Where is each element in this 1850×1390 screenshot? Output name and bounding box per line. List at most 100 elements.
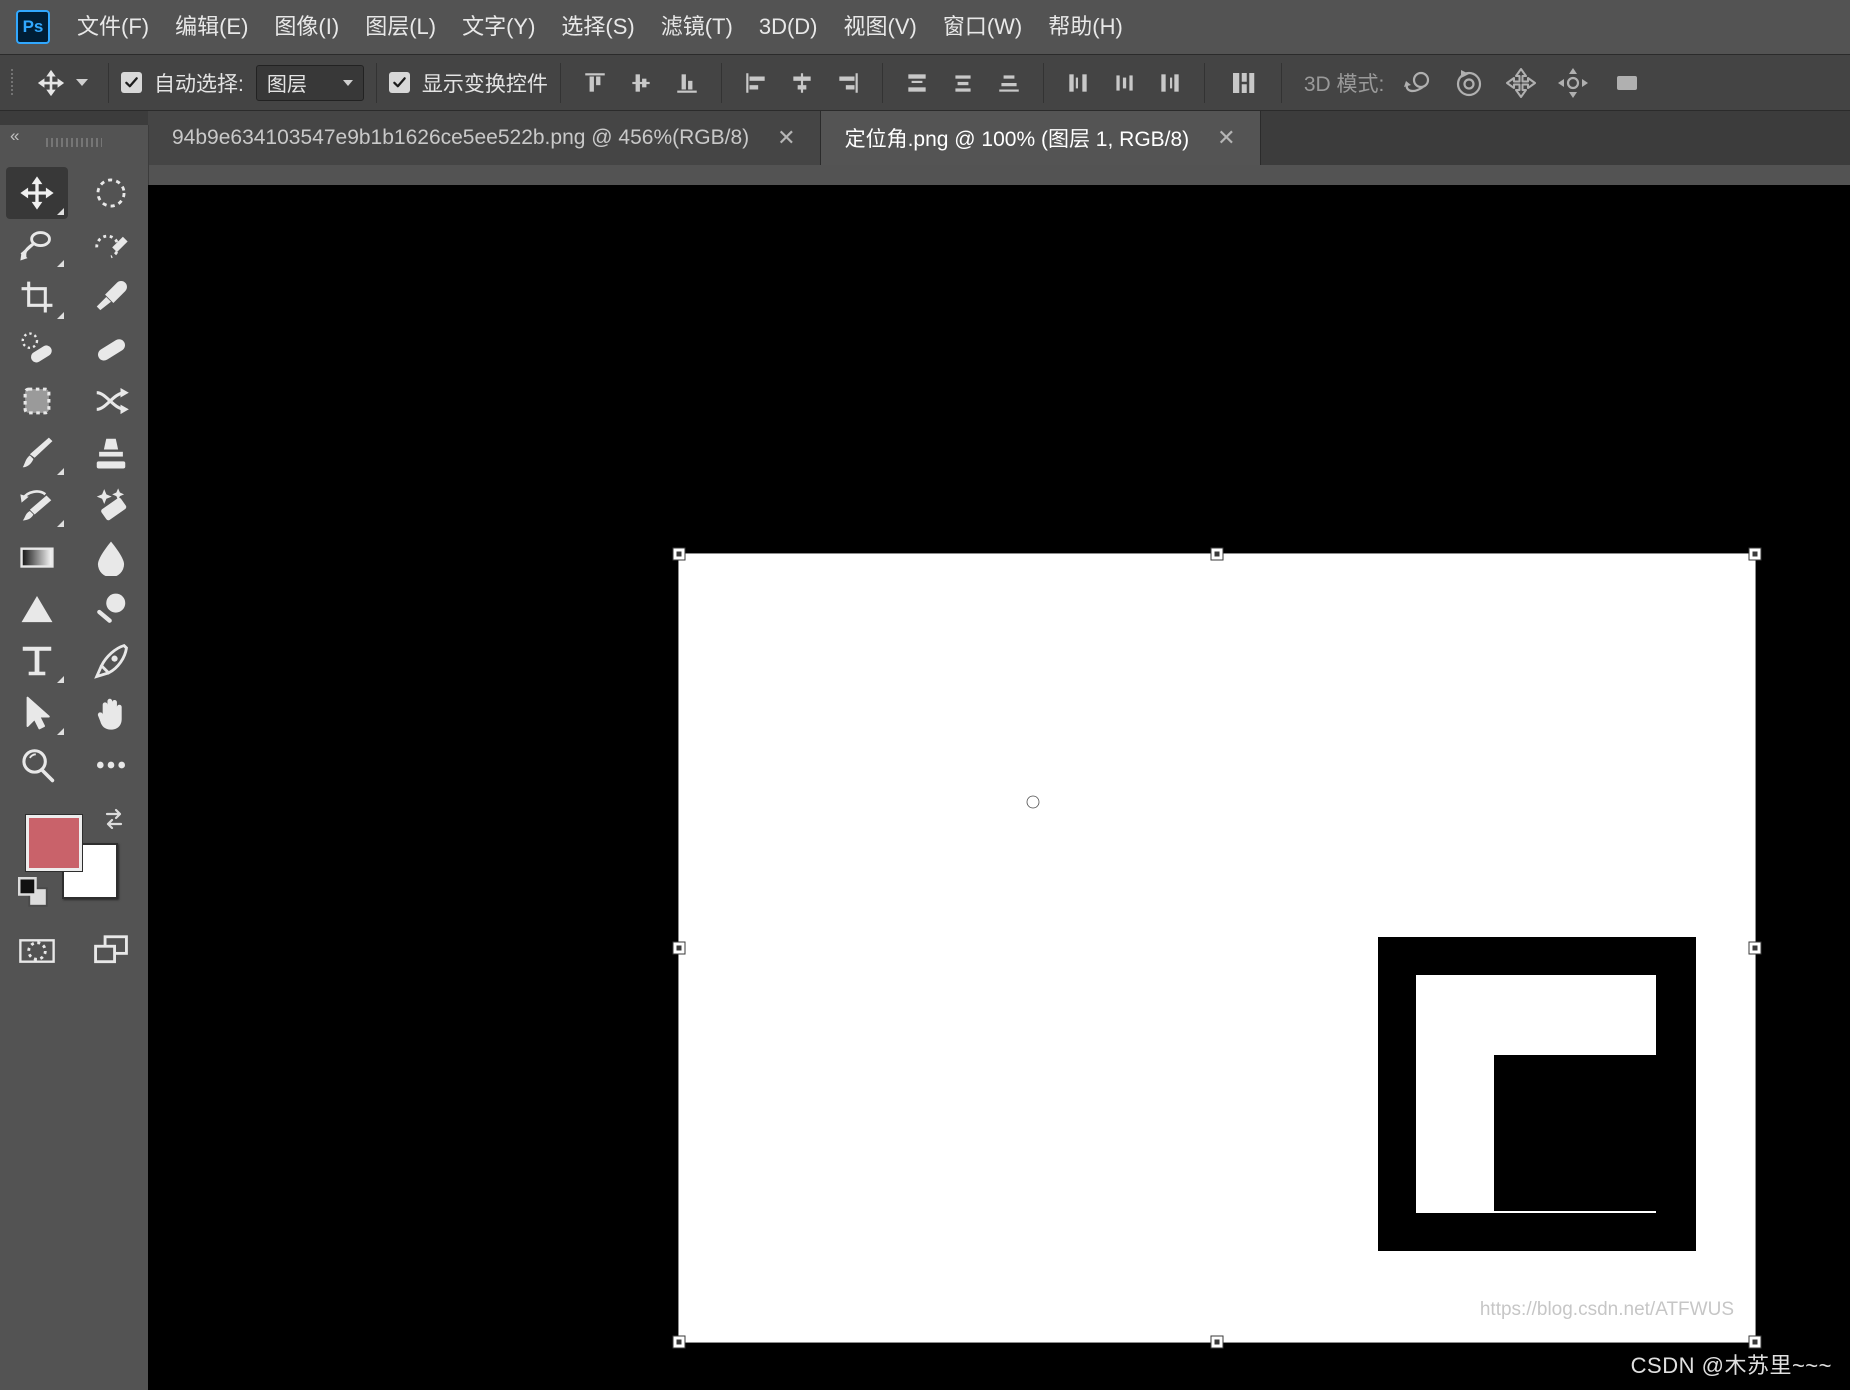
tool-flyout-triangle-icon: [57, 208, 64, 215]
frame-tool-button[interactable]: [6, 375, 68, 427]
eraser-icon: [96, 488, 127, 521]
document-canvas[interactable]: https://blog.csdn.net/ATFWUS: [678, 553, 1756, 1343]
brush-tool-button[interactable]: [6, 427, 68, 479]
quick-selection-tool-button[interactable]: [80, 219, 142, 271]
path-selection-tool-button[interactable]: [6, 687, 68, 739]
menu-window[interactable]: 窗口(W): [930, 0, 1035, 54]
distribute-spacing-icon: [1232, 72, 1255, 93]
distribute-bottom-edges-button[interactable]: [987, 62, 1031, 104]
history-brush-tool-button[interactable]: [6, 479, 68, 531]
crop-tool-button[interactable]: [6, 271, 68, 323]
menu-help[interactable]: 帮助(H): [1035, 0, 1136, 54]
menu-view[interactable]: 视图(V): [831, 0, 930, 54]
foreground-color-swatch[interactable]: [25, 814, 83, 872]
align-bottom-edges-button[interactable]: [665, 62, 709, 104]
hand-tool-button[interactable]: [80, 687, 142, 739]
document-tab-1-title: 94b9e634103547e9b1b1626ce5ee522b.png @ 4…: [172, 126, 750, 149]
document-tab-2[interactable]: 定位角.png @ 100% (图层 1, RGB/8) ✕: [820, 111, 1261, 165]
menu-3d[interactable]: 3D(D): [746, 0, 831, 54]
distribute-left-icon: [1069, 73, 1087, 92]
align-vertical-centers-button[interactable]: [619, 62, 663, 104]
distribute-right-edges-button[interactable]: [1148, 62, 1192, 104]
document-tab-2-close-icon[interactable]: ✕: [1213, 125, 1239, 151]
orbit-3d-camera-button[interactable]: [1394, 62, 1440, 104]
distribute-horizontal-centers-button[interactable]: [1102, 62, 1146, 104]
align-left-edges-button[interactable]: [734, 62, 778, 104]
checkmark-icon: [393, 77, 406, 88]
distribute-vertical-centers-button[interactable]: [941, 62, 985, 104]
align-right-icon: [839, 72, 858, 93]
options-bar-grip[interactable]: [8, 68, 18, 97]
slide-icon: [1558, 67, 1589, 98]
shuffle-tool-button[interactable]: [80, 375, 142, 427]
menu-type[interactable]: 文字(Y): [449, 0, 548, 54]
tool-preset-chevron-down-icon: [76, 79, 88, 86]
clone-stamp-tool-button[interactable]: [80, 427, 142, 479]
move-tool-button[interactable]: [6, 167, 68, 219]
options-divider-2: [375, 62, 377, 103]
default-colors-icon[interactable]: [18, 877, 48, 907]
toolbar-bottom-tools: [6, 925, 146, 977]
shuffle-icon: [96, 387, 129, 415]
checkmark-icon: [125, 77, 138, 88]
document-tab-1-close-icon[interactable]: ✕: [773, 125, 799, 151]
distribute-top-edges-button[interactable]: [895, 62, 939, 104]
blur-tool-button[interactable]: [80, 531, 142, 583]
align-left-icon: [746, 72, 765, 93]
align-top-edges-button[interactable]: [573, 62, 617, 104]
menu-file[interactable]: 文件(F): [64, 0, 162, 54]
type-tool-button[interactable]: [6, 635, 68, 687]
align-right-edges-button[interactable]: [826, 62, 870, 104]
screen-mode-button[interactable]: [80, 925, 142, 977]
show-transform-controls-checkbox[interactable]: [388, 72, 410, 93]
swap-colors-icon[interactable]: [102, 805, 126, 829]
lasso-tool-button[interactable]: [6, 219, 68, 271]
roll-3d-camera-button[interactable]: [1446, 62, 1492, 104]
positioning-marker-inner: [1494, 1055, 1656, 1211]
sharpen-tool-button[interactable]: [80, 583, 142, 635]
dodge-tool-button[interactable]: [6, 583, 68, 635]
distribute-left-edges-button[interactable]: [1056, 62, 1100, 104]
tools-panel-grip[interactable]: [0, 131, 148, 153]
slide-3d-camera-button[interactable]: [1550, 62, 1596, 104]
tools-panel-collapse-icon[interactable]: «: [10, 127, 19, 144]
distribute-right-icon: [1161, 73, 1179, 92]
document-tab-1[interactable]: 94b9e634103547e9b1b1626ce5ee522b.png @ 4…: [148, 111, 821, 165]
menu-select[interactable]: 选择(S): [548, 0, 647, 54]
magnifier-pin-icon: [97, 593, 126, 623]
gradient-tool-button[interactable]: [6, 531, 68, 583]
drop-icon: [97, 541, 125, 576]
eraser-tool-button[interactable]: [80, 479, 142, 531]
canvas-area[interactable]: https://blog.csdn.net/ATFWUS CSDN @木苏里~~…: [148, 185, 1850, 1390]
spot-healing-brush-tool-button[interactable]: [6, 323, 68, 375]
gradient-icon: [20, 547, 54, 568]
edit-toolbar-button[interactable]: [80, 739, 142, 791]
menu-filter[interactable]: 滤镜(T): [648, 0, 746, 54]
pan-icon: [1506, 67, 1537, 98]
tool-preset-picker[interactable]: [28, 68, 96, 98]
menu-layer[interactable]: 图层(L): [352, 0, 449, 54]
menu-edit[interactable]: 编辑(E): [162, 0, 261, 54]
move-icon: [20, 176, 54, 210]
pan-3d-camera-button[interactable]: [1498, 62, 1544, 104]
distribute-vertical-group: [895, 62, 1031, 104]
positioning-marker-middle: [1416, 975, 1656, 1213]
auto-select-target-dropdown[interactable]: 图层: [255, 64, 364, 101]
zoom-3d-camera-button[interactable]: [1602, 62, 1648, 104]
roll-icon: [1457, 69, 1482, 96]
elliptical-marquee-tool-button[interactable]: [80, 167, 142, 219]
brush-icon: [22, 437, 53, 468]
lasso-icon: [20, 231, 51, 261]
distribute-spacing-button[interactable]: [1217, 62, 1269, 104]
menu-image[interactable]: 图像(I): [261, 0, 352, 54]
auto-select-checkbox[interactable]: [121, 72, 142, 93]
pen-tool-button[interactable]: [80, 635, 142, 687]
eyedropper-tool-button[interactable]: [80, 271, 142, 323]
zoom-tool-button[interactable]: [6, 739, 68, 791]
options-divider-8: [1280, 62, 1282, 103]
show-transform-controls-label: 显示变换控件: [421, 72, 548, 96]
healing-brush-tool-button[interactable]: [80, 323, 142, 375]
quick-mask-mode-button[interactable]: [6, 925, 68, 977]
align-horizontal-centers-button[interactable]: [780, 62, 824, 104]
tools-grid: [0, 161, 148, 791]
